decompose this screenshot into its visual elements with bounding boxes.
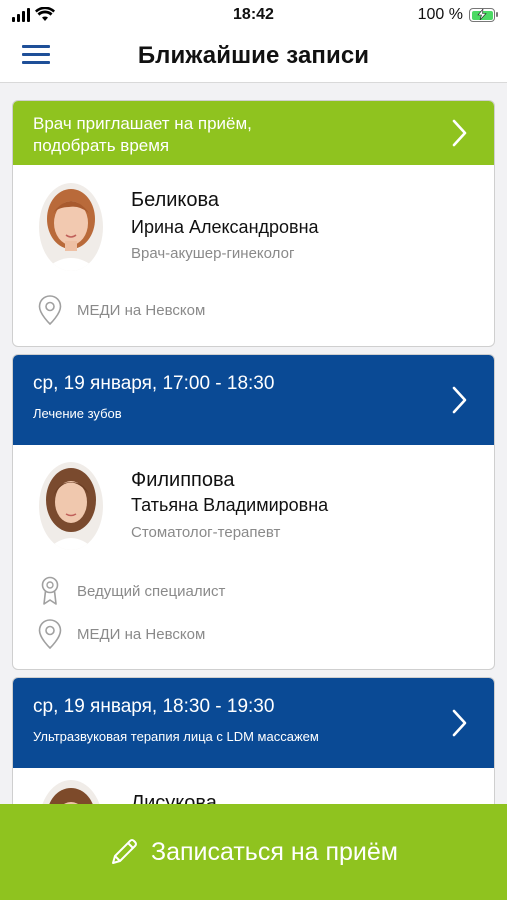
appointment-header[interactable]: ср, 19 января, 17:00 - 18:30 Лечение зуб… (13, 355, 494, 445)
invite-text: Врач приглашает на приём, подобрать врем… (33, 114, 252, 155)
chevron-right-icon (452, 709, 467, 737)
location-row: МЕДИ на Невском (35, 295, 205, 325)
appointment-service: Ультразвуковая терапия лица с LDM массаж… (33, 729, 319, 744)
book-appointment-button[interactable]: Записаться на приём (0, 804, 507, 900)
battery-icon (469, 8, 498, 22)
location-pin-icon (35, 295, 65, 325)
pencil-icon (112, 839, 137, 864)
appointment-date: ср, 19 января, 17:00 - 18:30 (33, 373, 275, 394)
appointment-date: ср, 19 января, 18:30 - 19:30 (33, 696, 275, 717)
status-bar: 18:42 100 % (0, 0, 507, 32)
doctor-last-name: Беликова (131, 189, 220, 211)
chevron-right-icon (452, 119, 467, 147)
appointment-card: ср, 19 января, 17:00 - 18:30 Лечение зуб… (12, 354, 495, 670)
rank-text: Ведущий специалист (77, 582, 226, 600)
doctor-last-name: Филиппова (131, 469, 235, 491)
doctor-first-name: Татьяна Владимировна (131, 495, 329, 515)
rank-row: Ведущий специалист (35, 576, 225, 606)
doctor-avatar (39, 183, 103, 271)
doctor-first-name: Ирина Александровна (131, 217, 319, 237)
appointment-service: Лечение зубов (33, 406, 122, 421)
battery-percent: 100 % (417, 6, 463, 23)
doctor-avatar (39, 462, 103, 550)
doctor-specialty: Стоматолог-терапевт (131, 524, 281, 541)
doctor-specialty: Врач-акушер-гинеколог (131, 245, 295, 262)
location-pin-icon (35, 619, 65, 649)
book-button-label: Записаться на приём (151, 837, 398, 866)
award-badge-icon (35, 576, 65, 606)
invite-header[interactable]: Врач приглашает на приём, подобрать врем… (13, 101, 494, 165)
doctor-block[interactable]: Филиппова Татьяна Владимировна Стоматоло… (13, 445, 494, 669)
status-right: 100 % (417, 6, 498, 24)
location-text: МЕДИ на Невском (77, 301, 206, 319)
doctor-block[interactable]: Беликова Ирина Александровна Врач-акушер… (13, 165, 494, 346)
appointment-card: Врач приглашает на приём, подобрать врем… (12, 100, 495, 347)
appointment-header[interactable]: ср, 19 января, 18:30 - 19:30 Ультразвуко… (13, 678, 494, 768)
page-title: Ближайшие записи (137, 42, 370, 69)
chevron-right-icon (452, 386, 467, 414)
location-text: МЕДИ на Невском (77, 625, 206, 643)
location-row: МЕДИ на Невском (35, 619, 205, 649)
nav-bar: Ближайшие записи (0, 32, 507, 83)
